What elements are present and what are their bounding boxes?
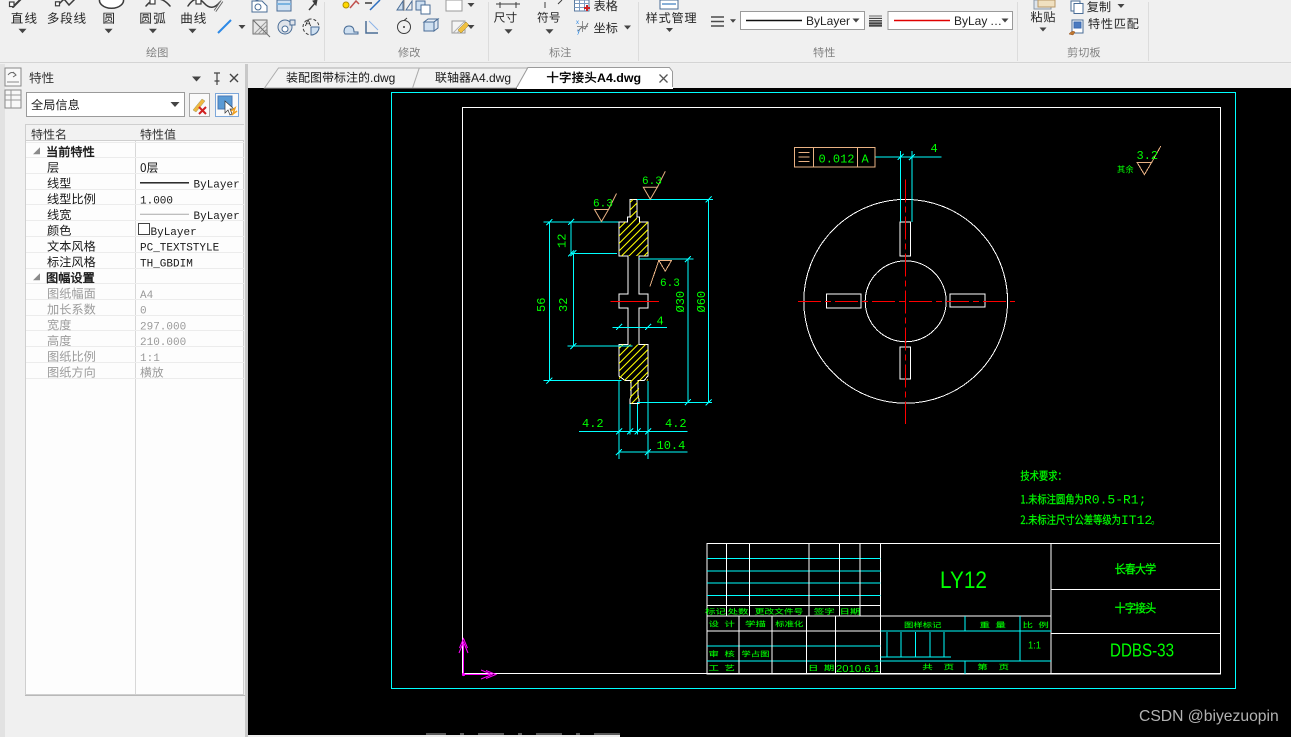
svg-text:A4: A4 [140,290,154,302]
svg-text:ByLayer: ByLayer [151,227,197,239]
svg-text:R0.5-R1;: R0.5-R1; [1084,493,1146,508]
svg-text:297.000: 297.000 [140,321,186,333]
svg-text:1.000: 1.000 [140,195,173,207]
svg-text:ByLayer: ByLayer [194,211,240,223]
svg-text:ByLayer: ByLayer [194,180,240,192]
svg-text:A4.dwg: A4.dwg [597,71,641,85]
svg-text:.dwg: .dwg [370,71,395,85]
svg-text:0: 0 [140,306,147,318]
svg-text:IT12: IT12 [1121,513,1152,528]
svg-text:TH_GBDIM: TH_GBDIM [140,258,193,270]
svg-text:A4.dwg: A4.dwg [471,71,511,85]
svg-text:210.000: 210.000 [140,337,186,349]
svg-text:1:1: 1:1 [140,353,160,365]
svg-text:PC_TEXTSTYLE: PC_TEXTSTYLE [140,243,220,255]
